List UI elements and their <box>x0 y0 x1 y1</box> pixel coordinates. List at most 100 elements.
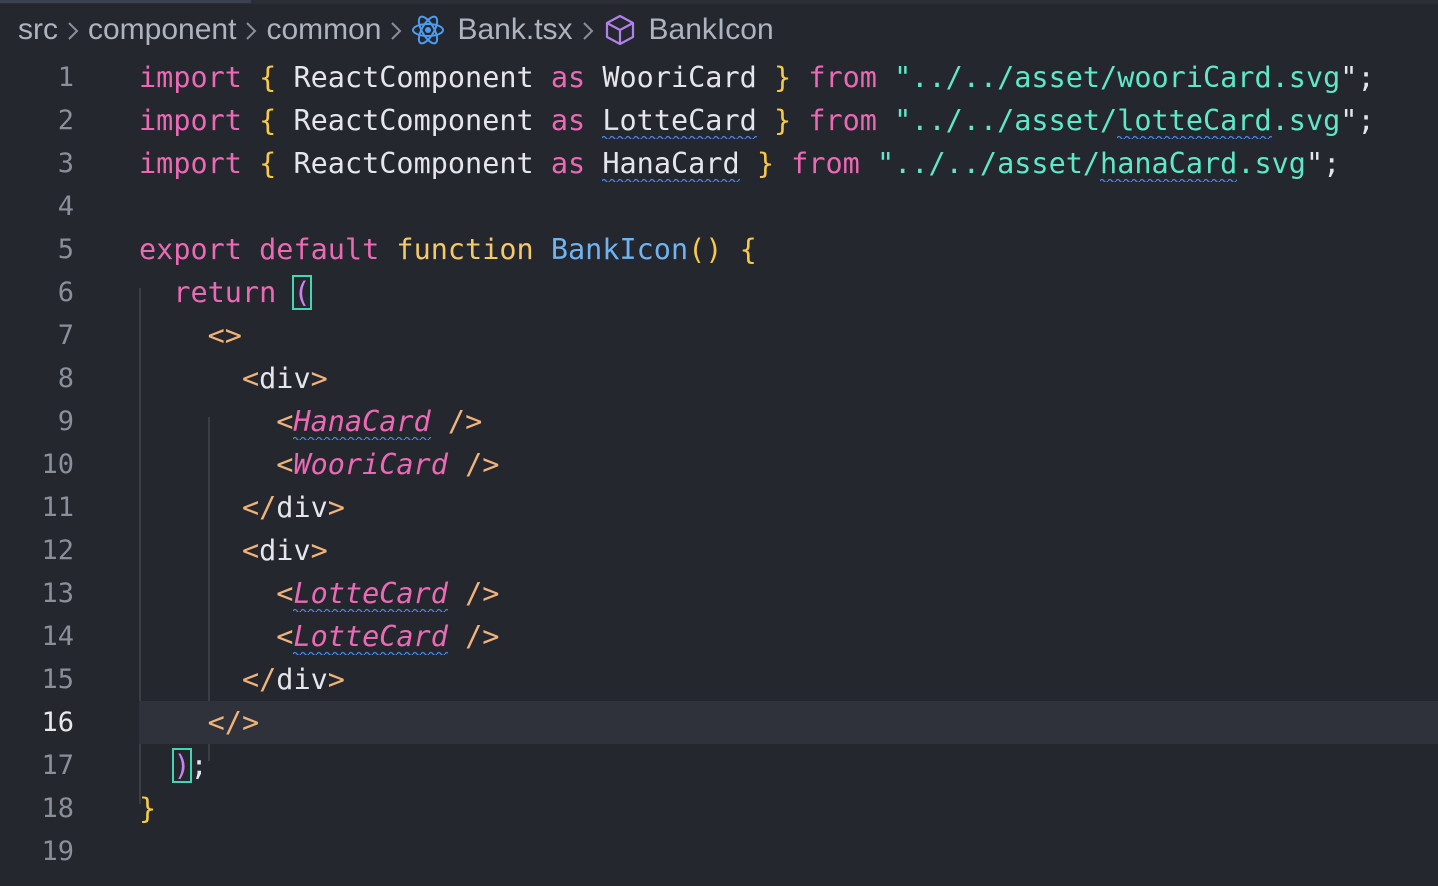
code-line[interactable]: 15 </div> <box>0 658 1438 701</box>
code-line[interactable]: 14 <LotteCard /> <box>0 615 1438 658</box>
tag-bracket: < <box>276 448 294 481</box>
component-tag-token: LotteCard <box>293 577 448 612</box>
identifier-token: ReactComponent <box>293 104 534 137</box>
keyword-token: as <box>550 147 586 180</box>
line-content[interactable]: </div> <box>139 486 345 529</box>
breadcrumb-item-symbol[interactable]: BankIcon <box>649 13 774 47</box>
line-content[interactable]: <LotteCard /> <box>139 615 499 658</box>
matched-bracket: ) <box>172 748 192 783</box>
tag-bracket: < <box>276 620 294 653</box>
html-tag-token: div <box>259 362 311 395</box>
spellcheck-identifier-token: LotteCard <box>602 104 757 139</box>
code-line[interactable]: 10 <WooriCard /> <box>0 443 1438 486</box>
code-line[interactable]: 3 import { ReactComponent as HanaCard } … <box>0 142 1438 185</box>
tag-bracket: < <box>276 577 294 610</box>
string-token: "../../asset/wooriCard.svg <box>894 61 1341 94</box>
spellcheck-identifier-token: HanaCard <box>602 147 740 182</box>
chevron-right-icon <box>573 13 603 47</box>
line-content[interactable]: ); <box>139 744 208 787</box>
keyword-token: export <box>139 233 242 266</box>
code-line[interactable]: 5 export default function BankIcon() { <box>0 228 1438 271</box>
code-line[interactable]: 7 <> <box>0 314 1438 357</box>
line-number: 6 <box>57 277 74 308</box>
line-content[interactable]: <div> <box>139 357 328 400</box>
editor-tab-strip-edge <box>0 0 1438 4</box>
code-line[interactable]: 12 <div> <box>0 529 1438 572</box>
line-content[interactable]: import { ReactComponent as LotteCard } f… <box>139 99 1375 142</box>
keyword-token: import <box>139 147 242 180</box>
code-line[interactable]: 13 <LotteCard /> <box>0 572 1438 615</box>
tag-bracket: < <box>241 534 260 567</box>
line-number: 4 <box>57 191 74 222</box>
code-editor[interactable]: 1 import { ReactComponent as WooriCard }… <box>0 56 1438 886</box>
line-number: 19 <box>41 836 74 867</box>
keyword-token: return <box>173 276 277 309</box>
tag-bracket: /> <box>465 448 500 481</box>
identifier-token: WooriCard <box>602 61 757 94</box>
chevron-right-icon <box>58 13 88 47</box>
line-number: 5 <box>57 234 74 265</box>
html-tag-token: div <box>276 491 328 524</box>
line-number: 3 <box>57 148 74 179</box>
code-line[interactable]: 19 <box>0 830 1438 873</box>
code-line[interactable]: 17 ); <box>0 744 1438 787</box>
string-token: "../../asset/lotteCard.svg <box>894 104 1341 139</box>
code-line[interactable]: 1 import { ReactComponent as WooriCard }… <box>0 56 1438 99</box>
tag-bracket: /> <box>465 620 500 653</box>
tag-bracket: < <box>241 362 260 395</box>
line-content[interactable]: <div> <box>139 529 328 572</box>
keyword-token: import <box>139 61 242 94</box>
html-tag-token: div <box>259 534 311 567</box>
keyword-token: default <box>259 233 380 266</box>
keyword-token: as <box>550 104 586 137</box>
breadcrumb-item-common[interactable]: common <box>266 13 381 47</box>
brace-token: } <box>773 104 792 137</box>
matched-bracket: ( <box>292 275 312 310</box>
brace-token: } <box>773 61 792 94</box>
code-line[interactable]: 11 </div> <box>0 486 1438 529</box>
tag-bracket: > <box>310 534 328 567</box>
line-number: 12 <box>41 535 74 566</box>
line-number: 8 <box>57 363 74 394</box>
line-content[interactable]: import { ReactComponent as HanaCard } fr… <box>139 142 1340 185</box>
brace-token: { <box>259 147 277 180</box>
line-content[interactable]: export default function BankIcon() { <box>139 228 757 271</box>
line-content[interactable]: </div> <box>139 658 345 701</box>
keyword-token: function <box>396 233 534 266</box>
line-number: 17 <box>41 750 74 781</box>
line-content[interactable]: } <box>139 787 156 830</box>
code-line[interactable]: 2 import { ReactComponent as LotteCard }… <box>0 99 1438 142</box>
code-line[interactable]: 18 } <box>0 787 1438 830</box>
paren-token: () <box>688 233 723 266</box>
punctuation-token: " <box>1340 104 1358 137</box>
brace-token: { <box>259 61 277 94</box>
line-content[interactable]: return ( <box>139 271 312 314</box>
brace-token: } <box>756 147 774 180</box>
code-line[interactable]: 8 <div> <box>0 357 1438 400</box>
fragment-close-token: </> <box>207 706 260 739</box>
code-line[interactable]: 9 <HanaCard /> <box>0 400 1438 443</box>
keyword-token: as <box>550 61 586 94</box>
breadcrumb-item-src[interactable]: src <box>18 13 58 47</box>
identifier-token: ReactComponent <box>293 61 534 94</box>
identifier-token: ReactComponent <box>293 147 534 180</box>
code-line[interactable]: 4 <box>0 185 1438 228</box>
punctuation-token: " <box>1340 61 1358 94</box>
symbol-cube-icon <box>603 13 637 47</box>
punctuation-token: " <box>1305 147 1324 180</box>
line-content[interactable]: </> <box>139 701 259 744</box>
line-content[interactable]: import { ReactComponent as WooriCard } f… <box>139 56 1375 99</box>
current-line-highlight[interactable]: 16 </> <box>0 701 1438 744</box>
line-content[interactable]: <> <box>139 314 242 357</box>
line-content[interactable]: <WooriCard /> <box>139 443 499 486</box>
fragment-open-token: <> <box>207 319 242 352</box>
breadcrumb-item-file[interactable]: Bank.tsx <box>457 13 572 47</box>
component-tag-token: WooriCard <box>293 448 448 481</box>
line-number: 13 <box>41 578 74 609</box>
breadcrumb-item-component[interactable]: component <box>88 13 236 47</box>
line-content[interactable]: <HanaCard /> <box>139 400 482 443</box>
line-content[interactable]: <LotteCard /> <box>139 572 499 615</box>
tag-bracket: > <box>327 663 345 696</box>
line-number: 2 <box>57 105 74 136</box>
code-line[interactable]: 6 return ( <box>0 271 1438 314</box>
